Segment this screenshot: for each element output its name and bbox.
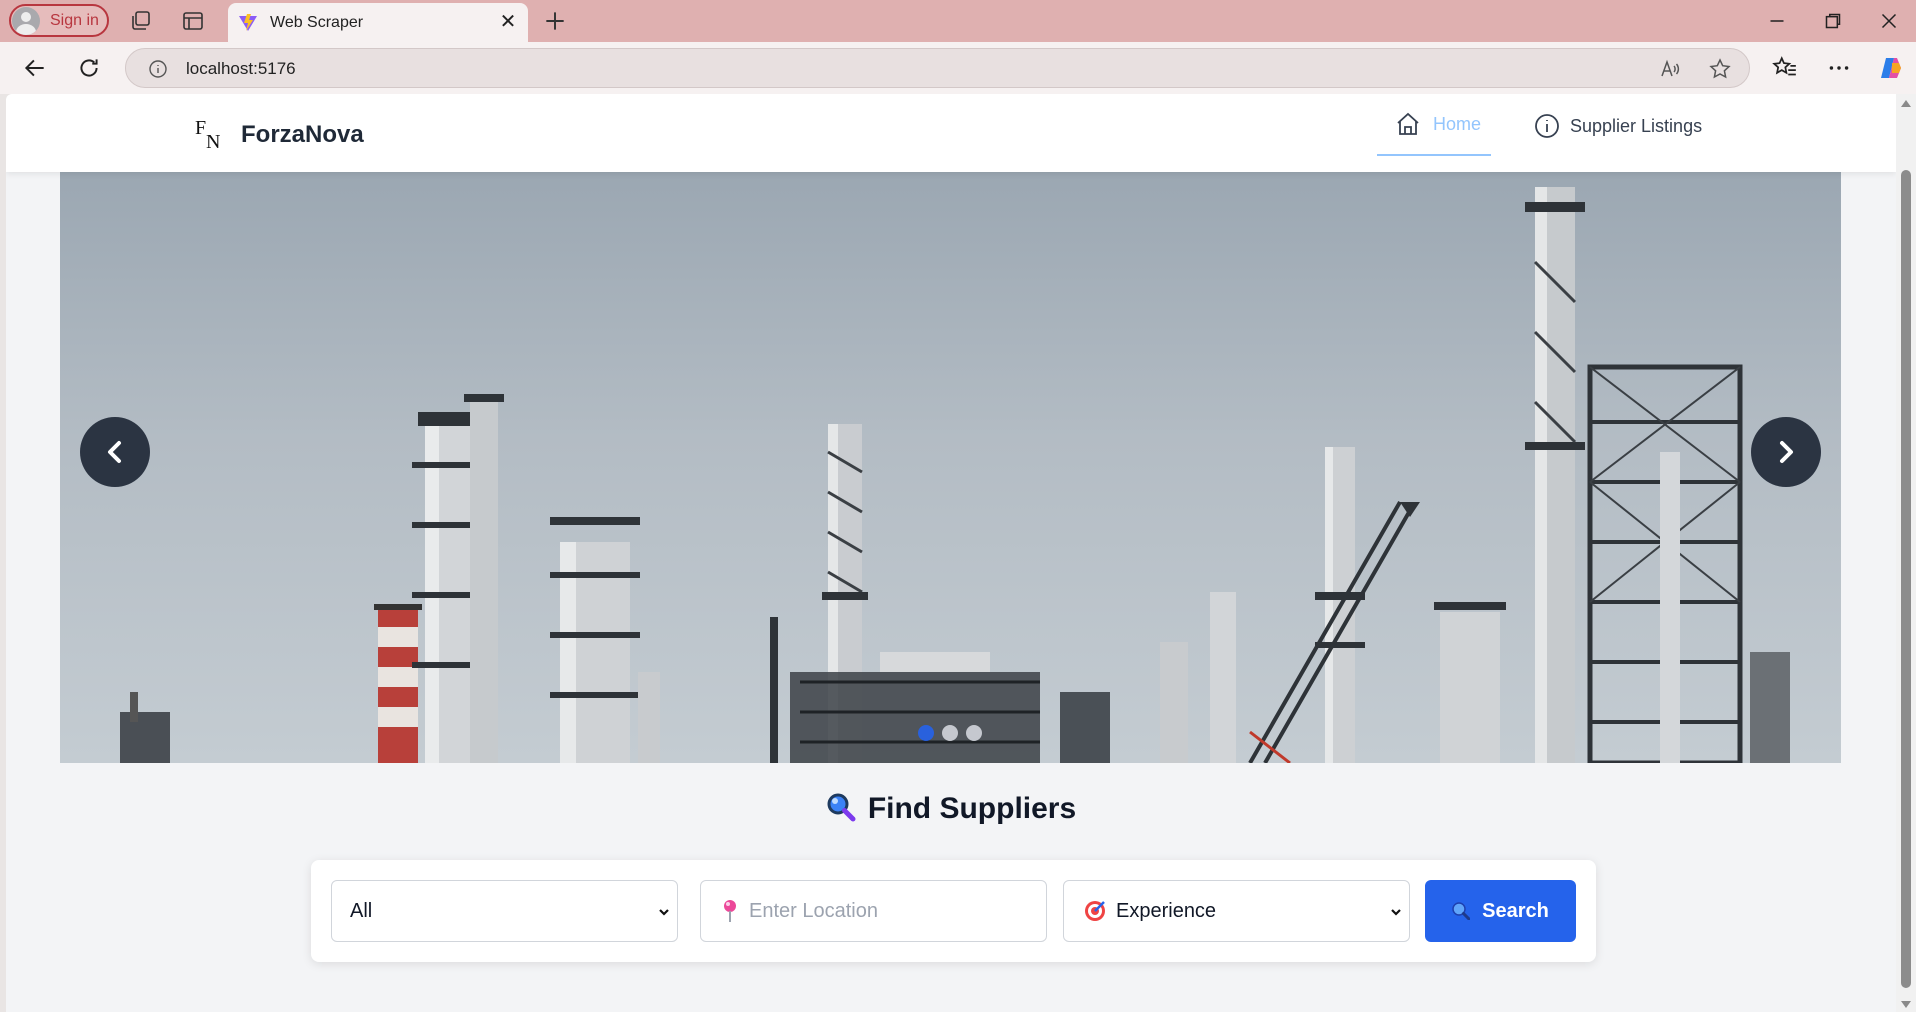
address-bar[interactable]: localhost:5176	[125, 48, 1750, 88]
carousel-dot-3[interactable]	[966, 725, 982, 741]
workspaces-icon[interactable]	[129, 9, 153, 33]
refinery-image	[120, 187, 1790, 763]
forzanova-logo-icon[interactable]: F N	[194, 114, 230, 150]
profile-avatar-icon	[12, 6, 40, 35]
experience-select-value: Experience	[1116, 899, 1217, 922]
site-logo-text[interactable]: ForzaNova	[241, 121, 364, 149]
browser-tab[interactable]: Web Scraper ✕	[228, 3, 528, 42]
copilot-icon[interactable]	[1878, 55, 1904, 81]
more-options-icon[interactable]	[1826, 55, 1852, 81]
nav-home[interactable]: Home	[1377, 94, 1491, 156]
scroll-thumb[interactable]	[1901, 170, 1911, 988]
info-icon	[1535, 114, 1559, 138]
chevron-right-icon	[1780, 441, 1793, 463]
back-icon[interactable]	[22, 55, 48, 81]
location-placeholder: Enter Location	[749, 899, 878, 922]
nav-home-label: Home	[1433, 113, 1482, 134]
tab-actions-icon[interactable]	[181, 9, 205, 33]
svg-text:N: N	[206, 131, 220, 150]
tab-title: Web Scraper	[270, 13, 364, 31]
tab-close-icon[interactable]: ✕	[498, 12, 518, 32]
svg-text:F: F	[195, 117, 206, 139]
find-suppliers-heading: Find Suppliers	[6, 792, 1896, 826]
find-suppliers-title: Find Suppliers	[867, 792, 1077, 825]
chevron-down-icon	[1391, 909, 1401, 916]
magnifier-icon	[827, 793, 856, 822]
favorite-star-icon[interactable]	[1709, 58, 1731, 80]
chevron-left-icon	[108, 441, 121, 463]
search-button[interactable]: Search	[1425, 880, 1576, 942]
carousel-indicators	[918, 725, 982, 741]
search-button-label: Search	[1482, 899, 1549, 922]
site-header: F N ForzaNova Home Supplier Listings	[6, 94, 1896, 172]
location-input[interactable]: Enter Location	[700, 880, 1047, 942]
carousel-dot-2[interactable]	[942, 725, 958, 741]
carousel-prev-button[interactable]	[80, 417, 150, 487]
signin-button[interactable]: Sign in	[9, 4, 109, 37]
browser-titlebar: Sign in Web Scraper ✕	[0, 0, 1916, 42]
chevron-down-icon	[659, 909, 669, 916]
restore-icon[interactable]	[1820, 8, 1846, 34]
home-icon	[1397, 112, 1419, 135]
page-scrollbar[interactable]	[1896, 94, 1916, 1012]
url-text[interactable]: localhost:5176	[186, 59, 296, 79]
nav-supplier-listings-label: Supplier Listings	[1570, 115, 1703, 136]
search-icon	[1452, 902, 1471, 920]
new-tab-icon[interactable]	[542, 8, 568, 34]
carousel-next-button[interactable]	[1751, 417, 1821, 487]
experience-select[interactable]: Experience	[1063, 880, 1410, 942]
refresh-icon[interactable]	[76, 55, 102, 81]
scroll-down-icon[interactable]	[1901, 1001, 1911, 1008]
search-card: All Enter Location Experience Search	[311, 860, 1596, 962]
category-select[interactable]: All	[331, 880, 678, 942]
carousel-dot-1[interactable]	[918, 725, 934, 741]
minimize-icon[interactable]	[1764, 8, 1790, 34]
browser-toolbar: localhost:5176	[0, 42, 1916, 94]
page-viewport: F N ForzaNova Home Supplier Listings Fin…	[6, 94, 1896, 1012]
read-aloud-icon[interactable]	[1659, 58, 1681, 80]
signin-label: Sign in	[50, 11, 99, 29]
nav-supplier-listings[interactable]: Supplier Listings	[1534, 112, 1702, 140]
close-window-icon[interactable]	[1876, 8, 1902, 34]
scroll-up-icon[interactable]	[1901, 100, 1911, 107]
favorites-icon[interactable]	[1772, 55, 1798, 81]
hero-carousel	[60, 172, 1841, 763]
map-pin-icon	[724, 900, 736, 922]
target-icon	[1085, 901, 1105, 921]
site-info-icon[interactable]	[148, 59, 168, 79]
category-select-value: All	[350, 899, 373, 922]
vite-favicon-icon	[239, 13, 257, 31]
